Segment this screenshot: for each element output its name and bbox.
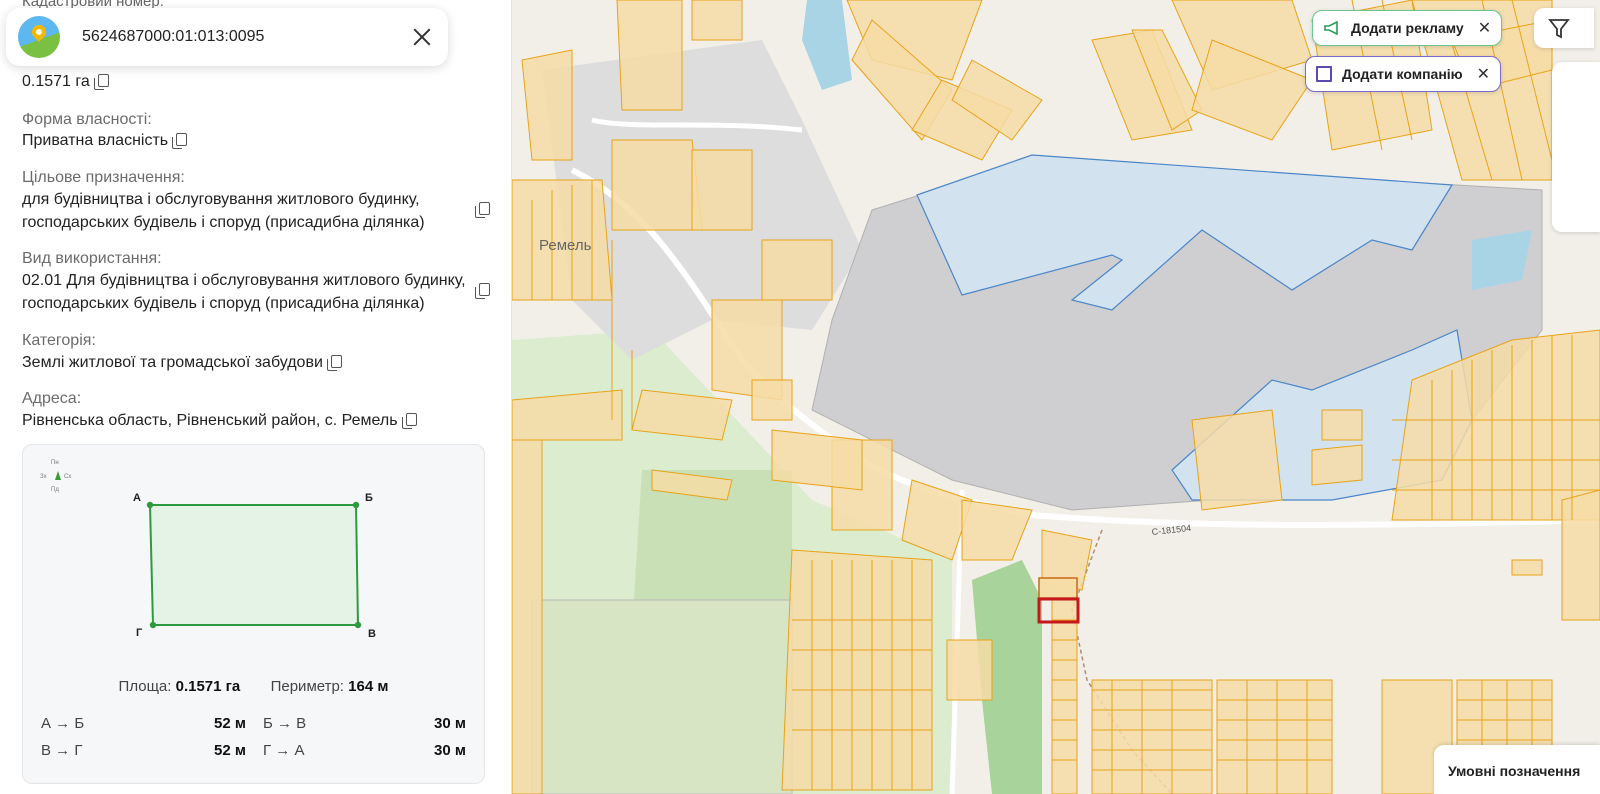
side-row: Б → В 30 м xyxy=(263,715,466,742)
parcel-polygon xyxy=(148,504,360,626)
legend-button[interactable]: Умовні позначення xyxy=(1434,745,1600,794)
copy-icon[interactable] xyxy=(475,202,490,218)
village-label: Ремель xyxy=(539,237,592,254)
sides-right: Б → В 30 м Г → А 30 м xyxy=(263,715,466,769)
purpose-line-1: для будівництва і обслуговування житлово… xyxy=(22,191,420,208)
area-stat-value: 0.1571 га xyxy=(175,678,241,695)
add-company-chip[interactable]: Додати компанію ✕ xyxy=(1305,56,1502,92)
category-row: Землі житлової та громадської забудови xyxy=(22,351,342,374)
side-label: Г → А xyxy=(263,742,305,759)
area-value: 0.1571 га xyxy=(22,73,90,90)
copy-icon[interactable] xyxy=(172,133,188,149)
side-label: В → Г xyxy=(41,742,83,759)
purpose-line-2: господарських будівель і споруд (присади… xyxy=(22,214,425,231)
address-value: Рівненська область, Рівненський район, с… xyxy=(22,412,398,429)
ownership-row: Приватна власність xyxy=(22,129,188,152)
parcel-plan-card: Пн Зх Сх Пд А Б В Г Площа: 0.1571 га Пер… xyxy=(22,444,485,784)
add-ad-label[interactable]: Додати рекламу xyxy=(1351,20,1464,36)
ownership-label: Форма власності: xyxy=(22,111,152,128)
vertex-d-label: Г xyxy=(136,627,143,639)
cadastral-number[interactable]: 5624687000:01:013:0095 xyxy=(82,28,410,46)
perimeter-label: Периметр: xyxy=(270,678,344,695)
side-label: Б → В xyxy=(263,715,307,732)
map-canvas[interactable]: Ремель С-181504 xyxy=(512,0,1600,794)
copy-icon[interactable] xyxy=(475,283,490,299)
purpose-label: Цільове призначення: xyxy=(22,169,185,186)
megaphone-icon xyxy=(1323,21,1341,35)
close-icon[interactable] xyxy=(410,25,434,49)
sides-left: А → Б 52 м В → Г 52 м xyxy=(41,715,246,769)
add-company-label[interactable]: Додати компанію xyxy=(1342,66,1463,82)
vertex-c-label: В xyxy=(368,628,376,640)
side-row: Г → А 30 м xyxy=(263,742,466,769)
vertex-d-dot xyxy=(149,621,157,629)
address-label: Адреса: xyxy=(22,390,82,407)
category-label: Категорія: xyxy=(22,332,96,349)
map-tools-bar[interactable] xyxy=(1552,62,1600,232)
side-value: 52 м xyxy=(214,715,246,732)
vertex-a-label: А xyxy=(133,492,141,504)
side-value: 52 м xyxy=(214,742,246,759)
search-card[interactable]: 5624687000:01:013:0095 xyxy=(6,8,448,66)
side-label: А → Б xyxy=(41,715,85,732)
category-value: Землі житлової та громадської забудови xyxy=(22,354,323,371)
ownership-value: Приватна власність xyxy=(22,132,169,149)
side-value: 30 м xyxy=(434,742,466,759)
side-row: А → Б 52 м xyxy=(41,715,246,742)
vertex-a-dot xyxy=(146,501,154,509)
area-stat-label: Площа: xyxy=(118,678,172,695)
vertex-c-dot xyxy=(354,621,362,629)
area-row: 0.1571 га xyxy=(22,70,109,93)
close-icon[interactable]: ✕ xyxy=(1477,64,1490,84)
vertex-b-dot xyxy=(352,501,360,509)
address-row: Рівненська область, Рівненський район, с… xyxy=(22,409,417,432)
usage-line-1: 02.01 Для будівництва і обслуговування ж… xyxy=(22,272,466,289)
copy-icon[interactable] xyxy=(326,355,342,371)
filter-button[interactable] xyxy=(1534,8,1594,48)
building-icon xyxy=(1316,66,1332,82)
copy-icon[interactable] xyxy=(93,74,109,90)
perimeter-value: 164 м xyxy=(348,678,389,695)
side-value: 30 м xyxy=(434,715,466,732)
usage-label: Вид використання: xyxy=(22,250,162,267)
parcel-info-panel: Кадастровий номер: 5624687000:01:013:009… xyxy=(0,0,512,794)
close-icon[interactable]: ✕ xyxy=(1478,18,1491,38)
parcel-shape-diagram: А Б В Г xyxy=(133,492,376,640)
plan-stats: Площа: 0.1571 га Периметр: 164 м xyxy=(23,678,484,695)
compass-north: Пн xyxy=(51,460,59,466)
cadastral-map[interactable]: Ремель С-181504 Додати рекламу ✕ Додати … xyxy=(512,0,1600,794)
app-logo-icon xyxy=(18,16,60,58)
add-ad-chip[interactable]: Додати рекламу ✕ xyxy=(1312,10,1503,46)
filter-icon xyxy=(1548,19,1570,39)
vertex-b-label: Б xyxy=(365,492,373,504)
usage-line-2: господарських будівель і споруд (присади… xyxy=(22,295,425,312)
copy-icon[interactable] xyxy=(401,413,417,429)
side-row: В → Г 52 м xyxy=(41,742,246,769)
